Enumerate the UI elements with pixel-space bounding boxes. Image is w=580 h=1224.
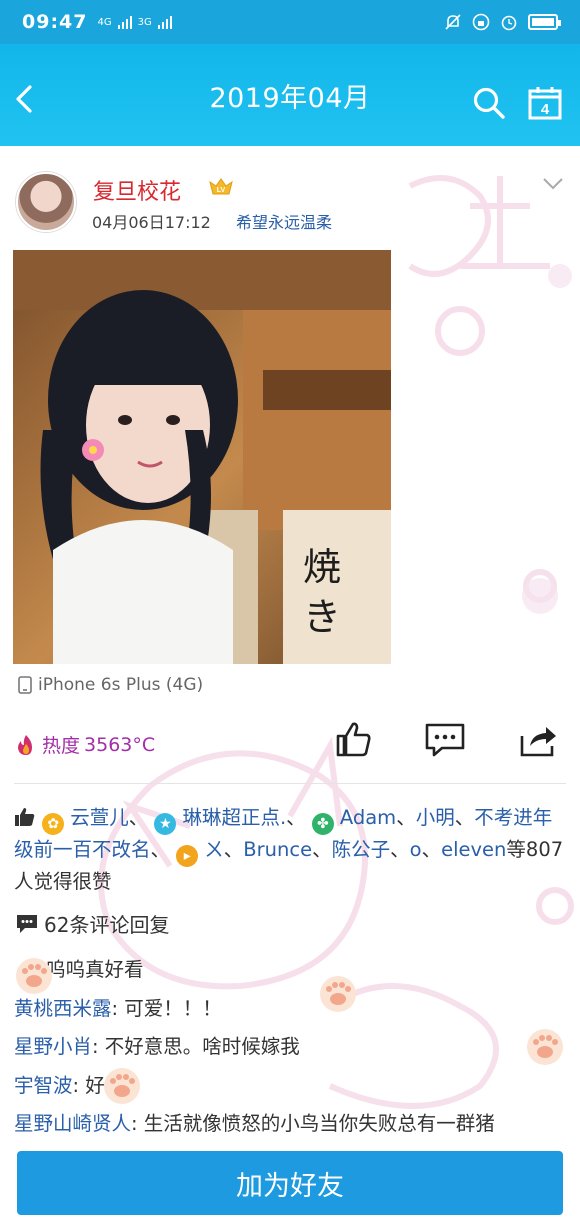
comment-item[interactable]: 星野小肖: 不好意思。啥时候嫁我 (14, 1031, 566, 1070)
comment-bubble-icon[interactable] (424, 722, 466, 758)
lock-rotation-icon (472, 13, 490, 31)
orange-badge-icon: ▸ (176, 845, 199, 867)
network-4g-label: 4G (97, 16, 112, 28)
share-icon[interactable] (518, 722, 558, 758)
comment-text: 呜呜真好看 (46, 958, 144, 981)
svg-text:焼: 焼 (303, 545, 341, 589)
status-bar: 09:47 4G 3G (0, 0, 580, 44)
heat-label: 热度 (42, 735, 81, 757)
comments-count-label: 62条评论回复 (44, 913, 170, 937)
post-timestamp: 04月06日17:12 (92, 213, 211, 232)
back-arrow-icon[interactable] (10, 84, 40, 114)
comments-count[interactable]: 62条评论回复 (16, 909, 169, 938)
comment-item[interactable]: 呜呜真好看 (14, 954, 566, 993)
phone-icon (18, 676, 32, 694)
network-3g-label: 3G (137, 16, 152, 28)
add-friend-button[interactable]: 加为好友 (17, 1151, 563, 1215)
divider (14, 783, 566, 784)
star-badge-icon: ✿ (42, 813, 65, 835)
likes-list: ✿ 云萱儿、 ★ 琳琳超正点.、 ✤ Adam、小明、不考进年级前一百不改名、 ▸ ㄨ、… (14, 806, 564, 893)
badge-label: LV (217, 187, 226, 194)
liker-name[interactable]: Brunce (243, 838, 312, 861)
comment-text: : 不好意思。啥时候嫁我 (92, 1035, 300, 1058)
post-username[interactable]: 复旦校花 (93, 174, 181, 206)
comment-list: 呜呜真好看 黄桃西米露: 可爱！！！ 星野小肖: 不好意思。啥时候嫁我 宇智波:… (14, 954, 566, 1147)
post-photo[interactable]: 焼 き (13, 250, 391, 664)
battery-icon (528, 14, 561, 30)
clover-badge-icon: ✤ (311, 813, 334, 835)
paw-sticker-icon (16, 958, 52, 994)
liker-name[interactable]: 云萱儿 (70, 806, 129, 829)
comment-author[interactable]: 黄桃西米露 (14, 997, 112, 1020)
comment-author[interactable]: 宇智波 (14, 1074, 73, 1097)
status-right (444, 13, 561, 31)
calendar-day-label: 4 (541, 101, 550, 118)
signal-indicators: 4G 3G (97, 15, 172, 29)
liker-name[interactable]: o (410, 838, 422, 861)
signal-icon-2 (157, 16, 172, 29)
avatar[interactable] (16, 172, 76, 232)
thumbs-up-icon[interactable] (334, 720, 372, 758)
top-app-bar: 2019年04月 4 (0, 44, 580, 146)
blue-star-badge-icon: ★ (154, 813, 177, 835)
page-title: 2019年04月 (209, 82, 371, 114)
alarm-icon (501, 15, 517, 31)
liker-name[interactable]: ㄨ (204, 838, 224, 861)
comment-text: : 生活就像愤怒的小鸟当你失败总有一群猪 (131, 1112, 495, 1135)
device-info: iPhone 6s Plus (4G) (18, 675, 203, 695)
comment-item[interactable]: 黄桃西米露: 可爱！！！ (14, 993, 566, 1032)
signal-icon (117, 16, 132, 29)
paw-sticker-icon (527, 1029, 563, 1065)
comment-author[interactable]: 星野小肖 (14, 1035, 92, 1058)
chevron-down-icon[interactable] (542, 176, 564, 192)
post-text: 希望永远温柔 (236, 213, 333, 232)
heat-indicator: 热度 3563°C (14, 731, 155, 758)
comment-item[interactable]: 宇智波: 好看 (14, 1070, 566, 1109)
liker-name[interactable]: Adam (340, 806, 396, 829)
comment-count-icon (17, 914, 37, 933)
comment-text: : 可爱！！！ (111, 996, 222, 1020)
calendar-icon[interactable]: 4 (528, 86, 562, 120)
heat-value: 3563°C (84, 733, 156, 756)
comment-author[interactable]: 星野山崎贤人 (14, 1112, 131, 1135)
liker-name[interactable]: 陈公子 (332, 838, 391, 861)
device-label: iPhone 6s Plus (4G) (38, 675, 204, 695)
mute-bell-icon (445, 14, 461, 30)
fire-icon (18, 734, 32, 755)
vip-crown-badge-icon: LV (209, 178, 233, 195)
thumbs-up-small-icon (15, 808, 35, 826)
svg-text:き: き (303, 595, 341, 639)
search-icon[interactable] (472, 86, 506, 120)
status-time: 09:47 (22, 11, 88, 33)
paw-sticker-icon (104, 1068, 140, 1104)
liker-name[interactable]: eleven (441, 838, 506, 861)
liker-name[interactable]: 小明 (416, 806, 455, 829)
comment-item[interactable]: 星野山崎贤人: 生活就像愤怒的小鸟当你失败总有一群猪 (14, 1108, 566, 1147)
liker-name[interactable]: 琳琳超正点. (182, 806, 286, 829)
paw-sticker-icon (320, 976, 356, 1012)
